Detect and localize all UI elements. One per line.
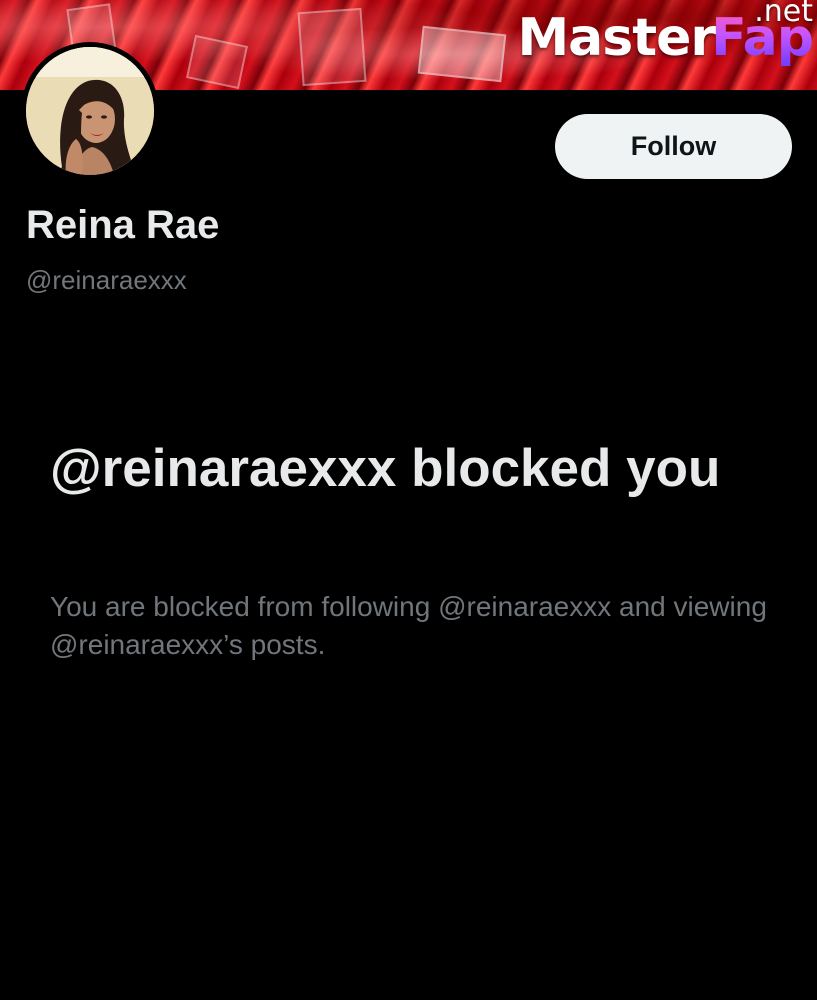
profile-photo-icon — [26, 47, 154, 175]
banner-collage-piece — [297, 7, 367, 87]
avatar[interactable] — [21, 42, 159, 180]
banner-collage-piece — [186, 34, 248, 90]
avatar-portrait — [26, 47, 154, 175]
banner-collage-piece — [417, 25, 507, 83]
watermark-accent: Fap — [711, 8, 814, 68]
watermark-tld: .net — [754, 0, 813, 29]
display-name: Reina Rae — [26, 203, 220, 247]
user-handle: @reinaraexxx — [26, 265, 187, 295]
blocked-title: @reinaraexxx blocked you — [50, 439, 721, 498]
blocked-description: You are blocked from following @reinarae… — [50, 591, 767, 660]
watermark-main: Master — [517, 8, 716, 68]
follow-button[interactable]: Follow — [555, 114, 792, 179]
